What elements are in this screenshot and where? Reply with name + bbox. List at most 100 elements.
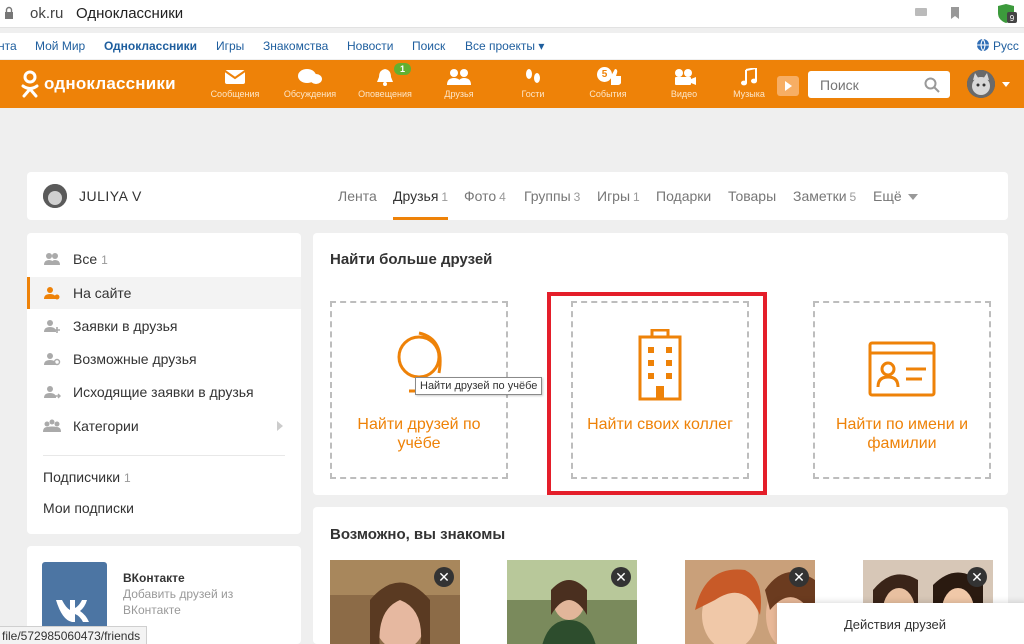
menu-item-categories[interactable]: Категории bbox=[27, 410, 301, 442]
logo-text[interactable]: одноклассники bbox=[44, 74, 176, 94]
menu-label: Исходящие заявки в друзья bbox=[73, 384, 254, 400]
portal-link-moy-mir[interactable]: Мой Мир bbox=[35, 39, 85, 53]
tab-label: Группы bbox=[524, 188, 571, 204]
friends-activity-popup[interactable]: Действия друзей bbox=[777, 603, 1024, 644]
user-avatar[interactable] bbox=[967, 70, 995, 98]
vk-subtitle: ВКонтакте bbox=[123, 603, 181, 617]
friends-icon bbox=[447, 69, 471, 85]
address-page-title: Одноклассники bbox=[76, 5, 184, 22]
portal-link-lenta[interactable]: нта bbox=[0, 39, 17, 53]
status-bar-url: file/572985060473/friends bbox=[0, 626, 148, 644]
menu-item-online[interactable]: На сайте bbox=[27, 277, 301, 309]
nav-label: Видео bbox=[670, 89, 698, 99]
tab-photos[interactable]: Фото 4 bbox=[464, 188, 506, 204]
nav-label: Оповещения bbox=[358, 89, 412, 99]
tab-notes[interactable]: Заметки 5 bbox=[793, 188, 856, 204]
profile-header: JULIYA V Лента Друзья 1 Фото 4 Группы 3 Игр… bbox=[27, 172, 1008, 220]
nav-friends[interactable]: Друзья bbox=[424, 66, 494, 106]
menu-item-requests[interactable]: Заявки в друзья bbox=[27, 310, 301, 342]
vk-title: ВКонтакте bbox=[123, 571, 185, 585]
chevron-down-icon bbox=[907, 194, 918, 201]
suggested-person-card[interactable]: ✕ bbox=[330, 560, 460, 644]
nav-label: Сообщения bbox=[210, 89, 260, 99]
menu-item-possible[interactable]: Возможные друзья bbox=[27, 343, 301, 375]
bookmark-icon[interactable] bbox=[948, 6, 962, 20]
profile-name[interactable]: JULIYA V bbox=[79, 188, 142, 204]
nav-discussions[interactable]: Обсуждения bbox=[275, 66, 345, 106]
popup-label: Действия друзей bbox=[844, 617, 947, 632]
menu-item-subscriptions[interactable]: Мои подписки bbox=[43, 500, 134, 516]
close-icon[interactable]: ✕ bbox=[967, 567, 987, 587]
tab-more[interactable]: Ещё bbox=[873, 188, 918, 204]
search-icon[interactable] bbox=[924, 77, 940, 93]
video-play-button[interactable] bbox=[777, 76, 799, 96]
tab-groups[interactable]: Группы 3 bbox=[524, 188, 580, 204]
tab-label: Фото bbox=[464, 188, 497, 204]
close-icon[interactable]: ✕ bbox=[611, 567, 631, 587]
nav-label: Музыка bbox=[733, 89, 765, 99]
vk-subtitle: Добавить друзей из bbox=[123, 587, 234, 601]
svg-text:9: 9 bbox=[1010, 14, 1015, 23]
close-icon[interactable]: ✕ bbox=[434, 567, 454, 587]
nav-music[interactable]: Музыка bbox=[714, 66, 784, 106]
nav-messages[interactable]: Сообщения bbox=[200, 66, 270, 106]
search-box[interactable] bbox=[808, 71, 950, 98]
menu-label: Заявки в друзья bbox=[73, 318, 178, 334]
tab-label: Лента bbox=[338, 188, 377, 204]
highlight-annotation bbox=[547, 292, 767, 495]
globe-icon bbox=[976, 38, 990, 55]
person-online-icon bbox=[44, 287, 60, 300]
chat-bubbles-icon bbox=[298, 69, 322, 84]
events-badge: 5 bbox=[597, 67, 612, 82]
find-by-name-card[interactable]: Найти по имени и фамилии bbox=[813, 301, 991, 479]
tab-label: Игры bbox=[597, 188, 631, 204]
menu-item-outgoing[interactable]: Исходящие заявки в друзья bbox=[27, 376, 301, 408]
avatar[interactable] bbox=[43, 184, 67, 208]
nav-guests[interactable]: Гости bbox=[498, 66, 568, 106]
nav-notifications[interactable]: 1 Оповещения bbox=[350, 63, 420, 106]
tab-friends[interactable]: Друзья 1 bbox=[393, 188, 448, 204]
portal-link-news[interactable]: Новости bbox=[347, 39, 393, 53]
portal-link-odnoklassniki[interactable]: Одноклассники bbox=[104, 39, 197, 53]
person-search-icon bbox=[44, 353, 61, 366]
nav-video[interactable]: Видео bbox=[649, 66, 719, 106]
tab-goods[interactable]: Товары bbox=[728, 188, 776, 204]
tab-games[interactable]: Игры 1 bbox=[597, 188, 640, 204]
person-outgoing-icon bbox=[44, 386, 61, 399]
ok-logo-icon[interactable] bbox=[20, 70, 40, 98]
extension-shield-icon[interactable]: 9 bbox=[996, 4, 1018, 24]
portal-link-games[interactable]: Игры bbox=[216, 39, 244, 53]
tab-gifts[interactable]: Подарки bbox=[656, 188, 711, 204]
tab-count: 3 bbox=[573, 190, 581, 204]
address-domain[interactable]: ok.ru bbox=[30, 5, 63, 22]
card-label: Найти по имени и фамилии bbox=[835, 416, 969, 452]
suggested-person-card[interactable]: ✕ bbox=[507, 560, 637, 644]
play-icon bbox=[785, 81, 792, 91]
tab-feed[interactable]: Лента bbox=[338, 188, 377, 204]
nav-events[interactable]: 5 События bbox=[573, 66, 643, 106]
portal-link-search[interactable]: Поиск bbox=[412, 39, 445, 53]
tooltip: Найти друзей по учёбе bbox=[415, 377, 543, 395]
menu-item-subscribers[interactable]: Подписчики 1 bbox=[43, 469, 131, 485]
tab-count: 1 bbox=[633, 190, 640, 204]
search-input[interactable] bbox=[808, 71, 918, 98]
envelope-icon bbox=[224, 70, 246, 84]
close-icon[interactable]: ✕ bbox=[789, 567, 809, 587]
group-icon bbox=[43, 419, 61, 432]
section-title: Возможно, вы знакомы bbox=[330, 526, 506, 543]
menu-item-all[interactable]: Все 1 bbox=[27, 243, 301, 275]
portal-link-all-projects[interactable]: Все проекты ▾ bbox=[465, 39, 544, 53]
language-link[interactable]: Русс bbox=[993, 39, 1019, 53]
nav-label: Обсуждения bbox=[283, 89, 337, 99]
chevron-right-icon bbox=[277, 421, 283, 431]
chat-icon[interactable] bbox=[914, 6, 928, 20]
friends-menu: Все 1 На сайте Заявки в друзья Возможные … bbox=[27, 233, 301, 534]
portal-nav: нта Мой Мир Одноклассники Игры Знакомств… bbox=[0, 33, 1024, 59]
card-label: Найти друзей по учёбе bbox=[357, 416, 481, 452]
active-tab-indicator bbox=[393, 217, 448, 220]
chevron-down-icon[interactable] bbox=[1002, 82, 1010, 87]
cat-avatar-icon bbox=[43, 184, 67, 208]
portal-link-dating[interactable]: Знакомства bbox=[263, 39, 328, 53]
menu-label: Все bbox=[73, 251, 98, 267]
divider bbox=[43, 455, 285, 456]
